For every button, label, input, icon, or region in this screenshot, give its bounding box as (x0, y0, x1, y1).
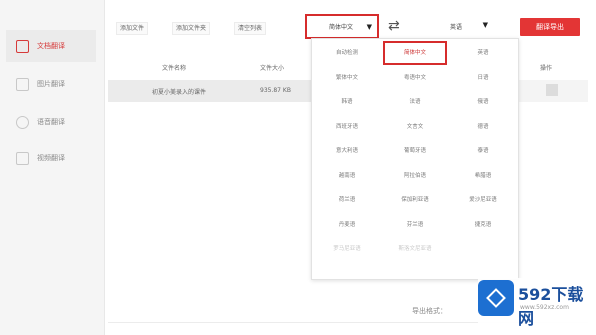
language-option[interactable]: 韩语 (315, 98, 379, 106)
language-option[interactable]: 葡萄牙语 (383, 147, 447, 155)
clear-list-button[interactable]: 清空列表 (234, 22, 267, 35)
image-icon (16, 77, 29, 91)
language-option[interactable]: 繁体中文 (315, 74, 379, 82)
language-option[interactable]: 阿拉伯语 (383, 172, 447, 180)
sidebar: 文档翻译 图片翻译 语音翻译 视频翻译 (0, 0, 105, 335)
language-option[interactable]: 荷兰语 (315, 196, 379, 204)
sidebar-item-label: 文档翻译 (37, 42, 65, 50)
target-language-select[interactable]: 英语 ▼ (418, 16, 492, 36)
language-option[interactable]: 罗马尼亚语 (315, 245, 379, 253)
language-option[interactable]: 斯洛文尼亚语 (383, 245, 447, 253)
column-header-name: 文件名称 (162, 65, 187, 72)
file-name-cell: 初夏小美录入的课件 (152, 89, 207, 96)
table-row[interactable]: 初夏小美录入的课件 935.87 KB (108, 80, 318, 102)
sidebar-item-voice[interactable]: 语音翻译 (6, 106, 96, 138)
sidebar-item-label: 语音翻译 (37, 118, 65, 126)
watermark-logo: 592下载网 www.592xz.com (478, 278, 594, 328)
language-option[interactable]: 捷克语 (451, 221, 515, 229)
language-option[interactable]: 芬兰语 (383, 221, 447, 229)
video-icon (16, 151, 29, 165)
language-option[interactable]: 俄语 (451, 98, 515, 106)
sidebar-item-document[interactable]: 文档翻译 (6, 30, 96, 62)
language-option[interactable]: 爱沙尼亚语 (451, 196, 515, 204)
language-option[interactable]: 粤语中文 (383, 74, 447, 82)
language-option[interactable]: 自动检测 (315, 49, 379, 57)
language-option[interactable]: 法语 (383, 98, 447, 106)
add-file-button[interactable]: 添加文件 (116, 22, 149, 35)
file-size-cell: 935.87 KB (260, 87, 291, 94)
caret-down-icon: ▼ (482, 21, 488, 29)
language-option[interactable]: 意大利语 (315, 147, 379, 155)
language-option[interactable]: 越南语 (315, 172, 379, 180)
app-window: 文档翻译 图片翻译 语音翻译 视频翻译 添加文件 添加文件夹 清空列表 简体中文… (0, 0, 596, 335)
language-option[interactable]: 西班牙语 (315, 123, 379, 131)
delete-icon[interactable] (546, 84, 558, 96)
target-language-value: 英语 (450, 23, 463, 31)
language-option[interactable]: 泰语 (451, 147, 515, 155)
source-language-value: 简体中文 (329, 24, 354, 31)
sidebar-item-video[interactable]: 视频翻译 (6, 142, 96, 174)
language-option[interactable]: 简体中文 (383, 41, 447, 65)
language-option[interactable]: 德语 (451, 123, 515, 131)
caret-down-icon: ▼ (366, 23, 372, 31)
language-option[interactable]: 日语 (451, 74, 515, 82)
sidebar-item-label: 图片翻译 (37, 80, 65, 88)
translate-export-button[interactable]: 翻译导出 (520, 18, 580, 36)
sidebar-item-image[interactable]: 图片翻译 (6, 68, 96, 100)
column-header-size: 文件大小 (260, 65, 285, 72)
source-language-select[interactable]: 简体中文 ▼ (305, 14, 379, 39)
language-option[interactable]: 丹麦语 (315, 221, 379, 229)
export-format-label: 导出格式： (412, 307, 447, 315)
logo-url: www.592xz.com (520, 304, 569, 311)
language-option[interactable]: 保加利亚语 (383, 196, 447, 204)
swap-languages-icon[interactable]: ⇄ (388, 18, 400, 34)
document-icon (16, 39, 29, 53)
column-header-operation: 操作 (540, 65, 553, 72)
sidebar-item-label: 视频翻译 (37, 154, 65, 162)
language-option[interactable]: 英语 (451, 49, 515, 57)
language-dropdown: 自动检测 简体中文 英语繁体中文 粤语中文 日语韩语 法语 俄语西班牙语 文言文 德语意大利语葡… (311, 38, 519, 280)
language-option[interactable]: 文言文 (383, 123, 447, 131)
microphone-icon (16, 115, 29, 129)
add-folder-button[interactable]: 添加文件夹 (172, 22, 211, 35)
logo-icon (478, 280, 514, 316)
language-option[interactable]: 希腊语 (451, 172, 515, 180)
